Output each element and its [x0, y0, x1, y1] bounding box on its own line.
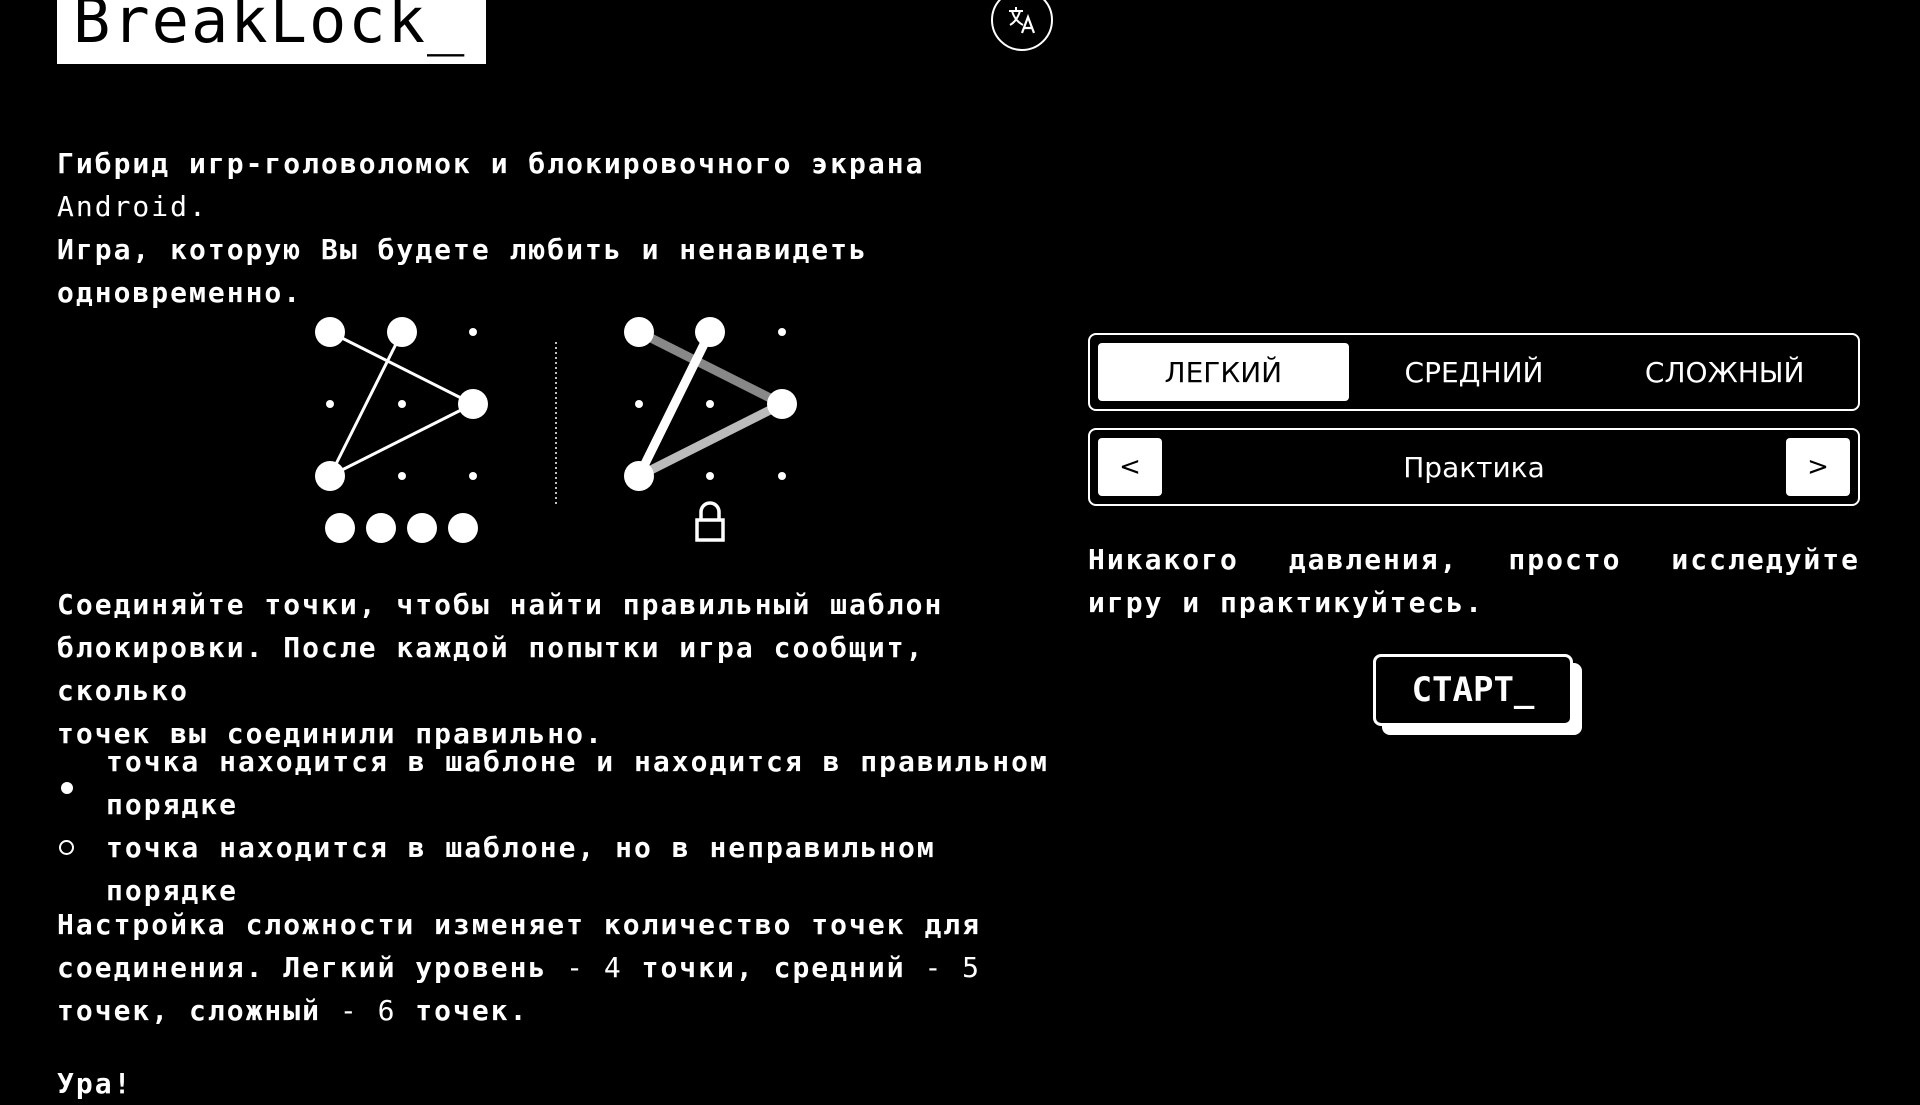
- next-mode-button[interactable]: >: [1785, 438, 1850, 496]
- intro-text: Гибрид игр-головоломок и блокировочного …: [57, 142, 1057, 314]
- start-button-wrap: СТАРТ_: [1373, 654, 1582, 735]
- rules-line1: Соединяйте точки, чтобы найти правильный…: [57, 588, 944, 621]
- tab-medium[interactable]: СРЕДНИЙ: [1349, 343, 1600, 401]
- intro-android: Android.: [57, 190, 208, 223]
- app-logo: BreakLock_: [57, 0, 487, 64]
- difficulty-info-line1: Настройка сложности изменяет количество …: [57, 908, 982, 941]
- rules-line2: блокировки. После каждой попытки игра со…: [57, 631, 925, 707]
- feedback-dots: [325, 513, 478, 543]
- left-pattern-grid: [315, 317, 488, 491]
- difficulty-selector: ЛЕГКИЙ СРЕДНИЙ СЛОЖНЫЙ: [1088, 333, 1860, 411]
- difficulty-info-line2a: соединения. Легкий уровень: [57, 951, 567, 984]
- difficulty-info-line3c: точек.: [396, 994, 529, 1027]
- mode-label: Практика: [1403, 450, 1545, 484]
- legend-filled: точка находится в шаблоне и находится в …: [57, 740, 1057, 826]
- intro-line2: Игра, которую Вы будете любить и ненавид…: [57, 233, 868, 266]
- pattern-illustration: [300, 300, 820, 564]
- right-pattern-grid: [624, 317, 797, 491]
- difficulty-info-line3a: точек, сложный: [57, 994, 340, 1027]
- difficulty-info: Настройка сложности изменяет количество …: [57, 903, 1057, 1032]
- rules-text: Соединяйте точки, чтобы найти правильный…: [57, 583, 1057, 755]
- intro-line1: Гибрид игр-головоломок и блокировочного …: [57, 147, 925, 180]
- tab-hard[interactable]: СЛОЖНЫЙ: [1599, 343, 1850, 401]
- difficulty-info-line2c: точки, средний: [622, 951, 925, 984]
- difficulty-info-medium-count: - 5: [924, 951, 982, 984]
- legend-hollow-text: точка находится в шаблоне, но в неправил…: [106, 831, 936, 907]
- start-button[interactable]: СТАРТ_: [1373, 654, 1573, 726]
- legend-filled-line2: порядке: [106, 788, 239, 821]
- translate-icon: [1009, 7, 1036, 34]
- prev-mode-button[interactable]: <: [1098, 438, 1162, 496]
- difficulty-info-easy-count: - 4: [566, 951, 623, 984]
- legend-filled-line1: точка находится в шаблоне и находится в …: [106, 745, 1049, 778]
- lock-icon: [695, 501, 725, 542]
- mode-description: Никакого давления, просто исследуйте игр…: [1088, 543, 1860, 619]
- language-button[interactable]: [991, 0, 1053, 51]
- difficulty-info-hard-count: - 6: [339, 994, 397, 1027]
- legend: точка находится в шаблоне и находится в …: [57, 740, 1057, 912]
- legend-hollow: точка находится в шаблоне, но в неправил…: [57, 826, 1057, 912]
- tab-easy[interactable]: ЛЕГКИЙ: [1098, 343, 1349, 401]
- hooray-text: Ура!: [57, 1067, 133, 1100]
- hollow-dot-icon: [59, 840, 74, 855]
- intro-line3: одновременно.: [57, 276, 303, 309]
- filled-dot-icon: [61, 782, 73, 794]
- mode-selector: < Практика >: [1088, 428, 1860, 506]
